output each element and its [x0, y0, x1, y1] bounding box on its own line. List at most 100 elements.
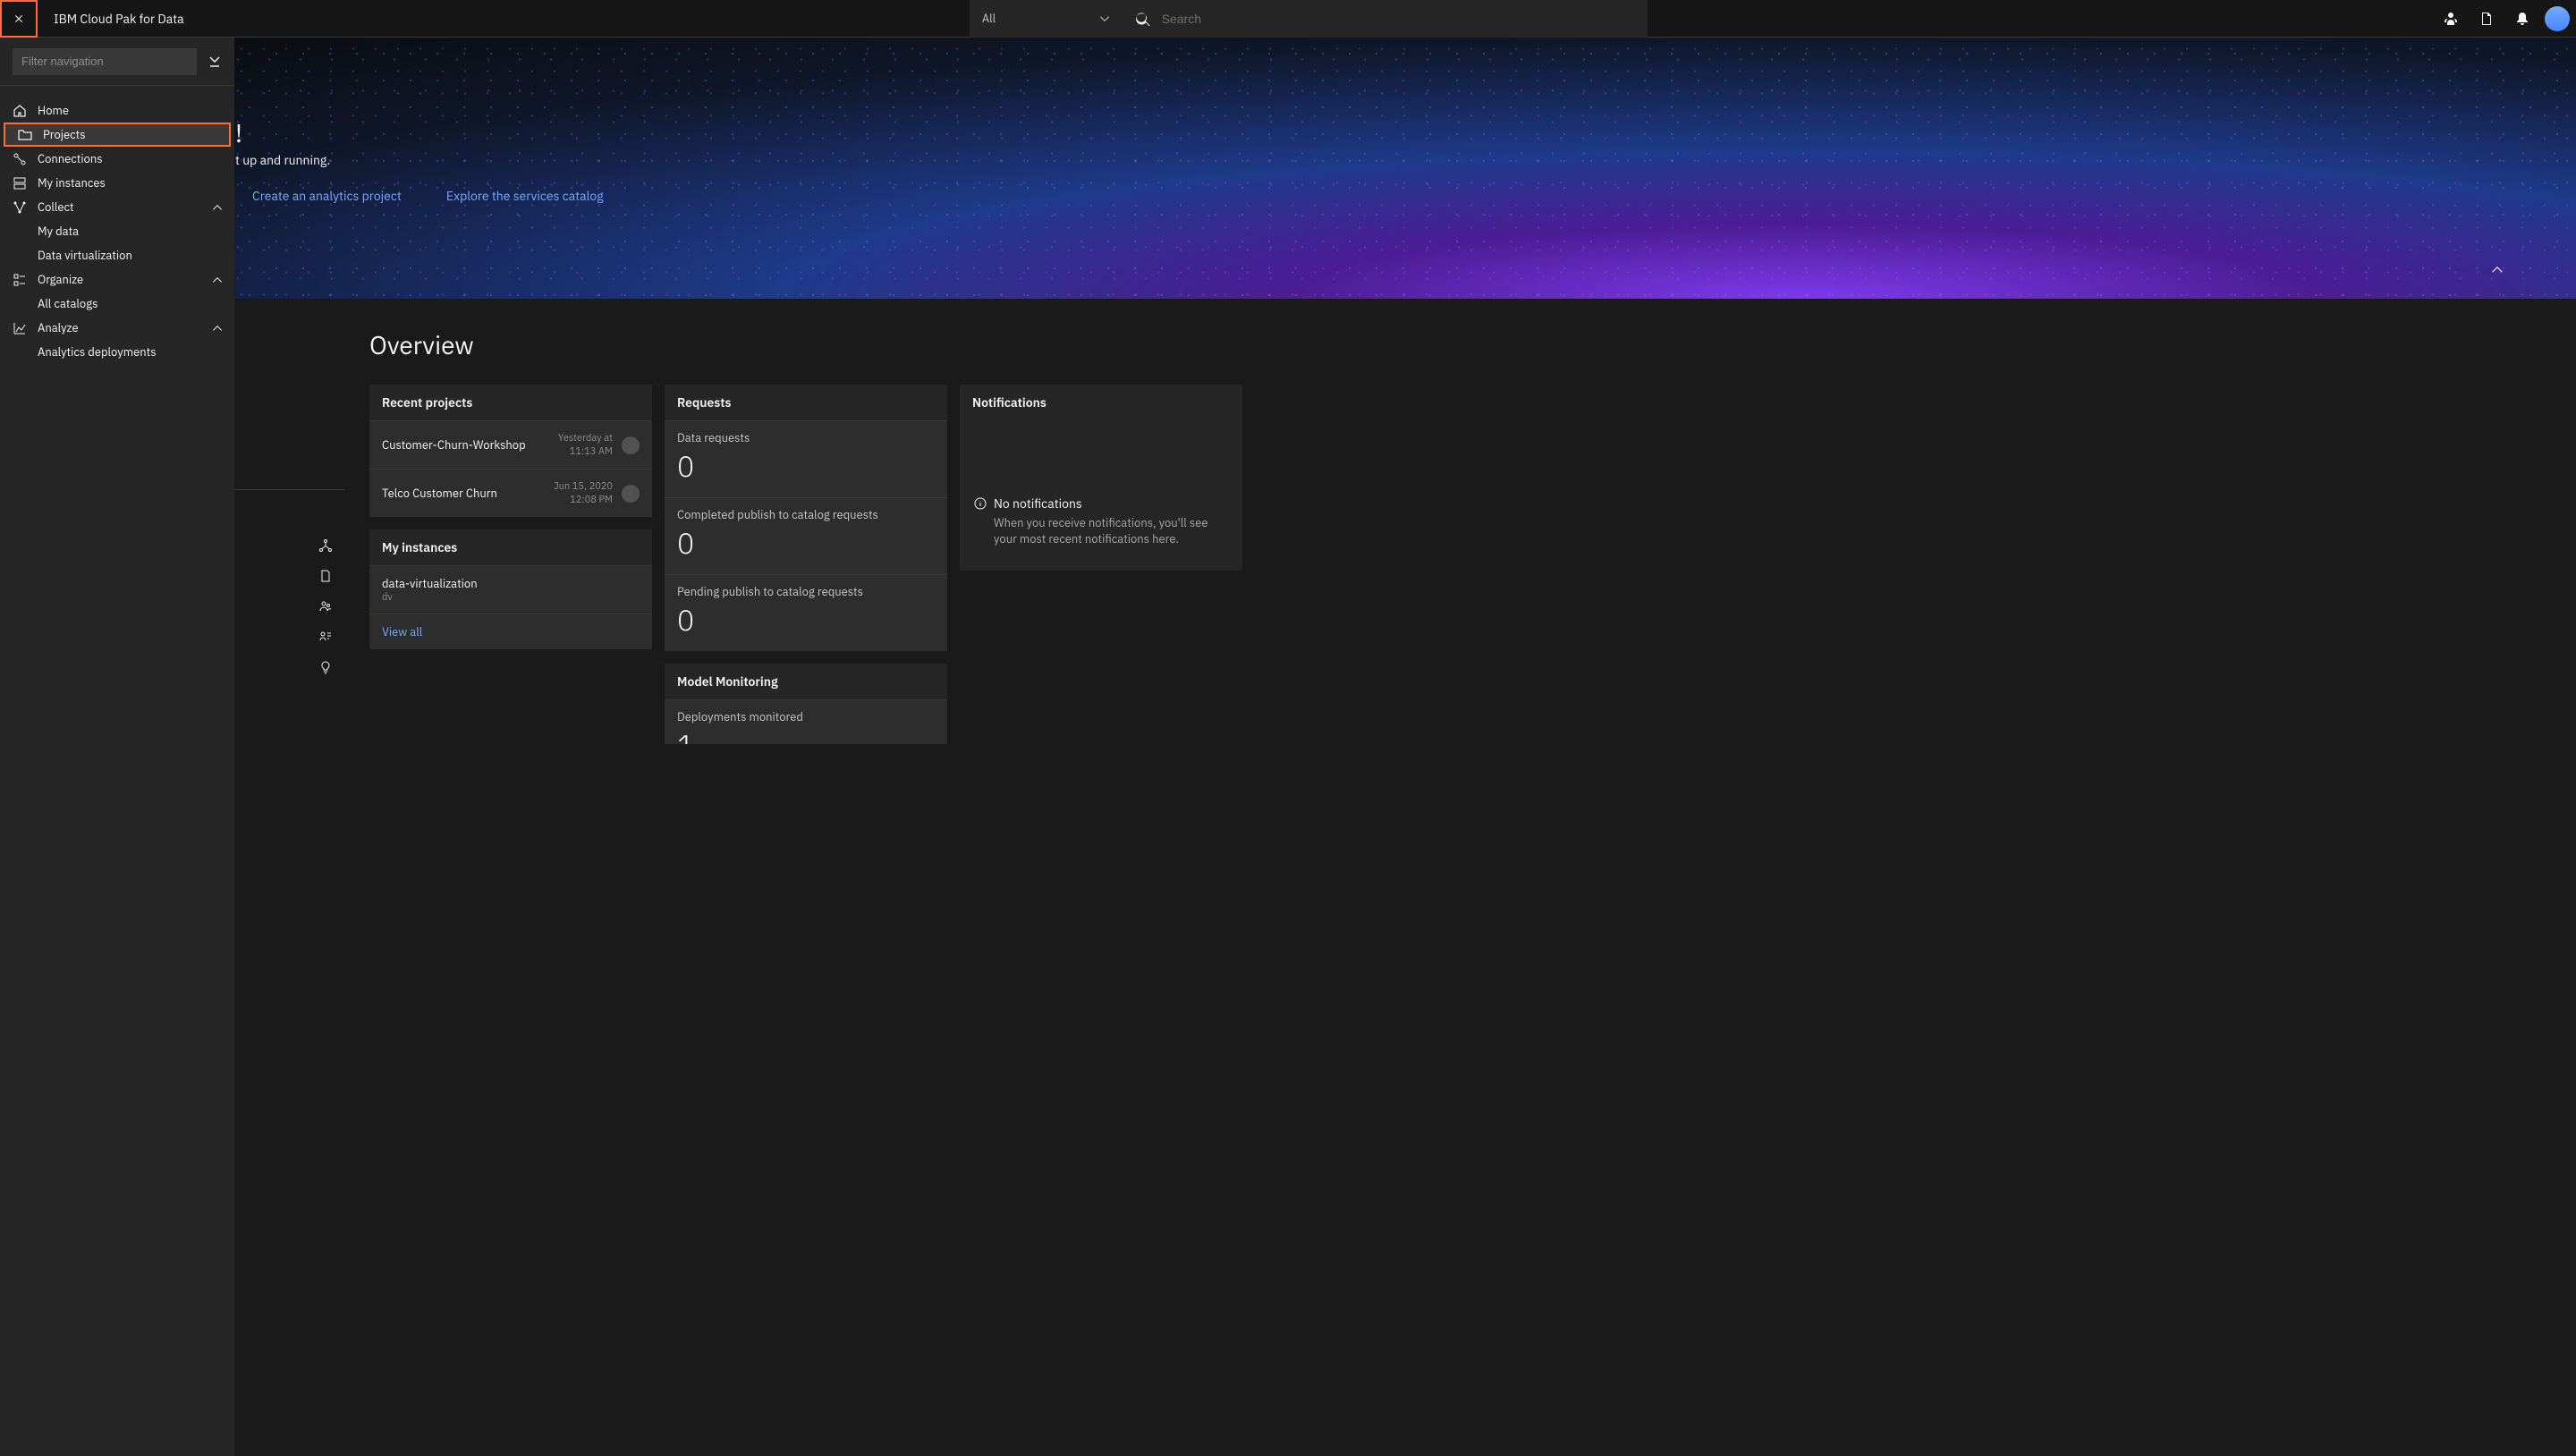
stat-label: Completed publish to catalog requests [677, 507, 935, 522]
document-icon-button[interactable] [2469, 0, 2504, 38]
stat-label: Deployments monitored [677, 709, 935, 724]
document-icon [318, 569, 333, 583]
collapse-all-icon [208, 55, 222, 69]
stat-value: 1 [677, 726, 935, 744]
chevron-up-icon [2492, 267, 2503, 273]
hero-subtitle-partial: t up and running. [235, 152, 330, 168]
quick-actions-rail [313, 533, 338, 680]
stat-label: Data requests [677, 430, 935, 445]
sidebar: Home Projects Connections My instances C… [0, 38, 234, 1456]
search-box[interactable] [1122, 0, 1648, 38]
stat-deployments-monitored: Deployments monitored 1 [665, 699, 947, 744]
instance-sub: dv [382, 591, 478, 604]
search-scope-label: All [982, 11, 996, 26]
chevron-up-icon [213, 205, 222, 210]
collect-icon [13, 200, 27, 215]
project-time: Yesterday at 11:13 AM [558, 432, 613, 458]
sidebar-item-label: Organize [38, 272, 83, 287]
avatar-icon [2545, 6, 2570, 31]
stat-value: 0 [677, 524, 935, 562]
menu-close-button[interactable] [0, 0, 38, 38]
project-row[interactable]: Telco Customer Churn Jun 15, 2020 12:08 … [369, 469, 652, 517]
rail-chat-icon[interactable] [313, 624, 338, 649]
notif-empty-desc: When you receive notifications, you'll s… [994, 515, 1228, 547]
sidebar-item-label: Connections [38, 151, 103, 166]
lightbulb-icon [318, 660, 333, 674]
project-name: Telco Customer Churn [382, 486, 497, 501]
explore-catalog-link[interactable]: Explore the services catalog [446, 188, 604, 204]
sidebar-group-analyze[interactable]: Analyze [0, 316, 234, 340]
sidebar-item-label: Collect [38, 199, 74, 215]
close-icon [12, 12, 26, 26]
bell-icon [2515, 12, 2529, 26]
network-icon [318, 538, 333, 553]
document-icon [2479, 12, 2494, 26]
sidebar-item-label: My data [38, 224, 79, 239]
folder-icon [18, 128, 32, 142]
card-header: Recent projects [369, 385, 652, 420]
search-icon [1134, 10, 1151, 28]
card-header: My instances [369, 529, 652, 565]
stat-completed-requests: Completed publish to catalog requests 0 [665, 497, 947, 574]
view-all-link[interactable]: View all [369, 614, 652, 649]
sidebar-item-label: Analytics deployments [38, 344, 157, 360]
sidebar-item-label: All catalogs [38, 296, 97, 311]
divider [234, 489, 345, 490]
brand-title[interactable]: IBM Cloud Pak for Data [54, 11, 184, 27]
collapse-all-button[interactable] [208, 55, 222, 69]
search-input[interactable] [1162, 12, 1635, 26]
project-row[interactable]: Customer-Churn-Workshop Yesterday at 11:… [369, 420, 652, 469]
sidebar-item-connections[interactable]: Connections [0, 147, 234, 171]
card-header: Requests [665, 385, 947, 420]
rail-document-icon[interactable] [313, 563, 338, 588]
rail-network-icon[interactable] [313, 533, 338, 558]
notif-empty-title: No notifications [994, 495, 1228, 512]
main-content: Overview Recent projects Customer-Churn-… [344, 300, 2576, 1456]
connections-icon [13, 152, 27, 166]
stat-label: Pending publish to catalog requests [677, 584, 935, 599]
sidebar-group-collect[interactable]: Collect [0, 195, 234, 219]
sidebar-item-label: Data virtualization [38, 248, 132, 263]
team-icon-button[interactable] [2433, 0, 2469, 38]
card-header: Notifications [960, 385, 1242, 420]
notifications-card: Notifications No notifications When you … [960, 385, 1242, 571]
notifications-button[interactable] [2504, 0, 2540, 38]
sidebar-subitem-analytics-deployments[interactable]: Analytics deployments [0, 340, 234, 364]
sidebar-item-label: Analyze [38, 320, 79, 335]
users-icon [318, 599, 333, 614]
instance-row[interactable]: data-virtualization dv [369, 565, 652, 614]
recent-projects-card: Recent projects Customer-Churn-Workshop … [369, 385, 652, 517]
sidebar-item-my-instances[interactable]: My instances [0, 171, 234, 195]
hero-title-partial: ! [235, 116, 242, 149]
chat-icon [318, 630, 333, 644]
project-name: Customer-Churn-Workshop [382, 437, 526, 453]
avatar-icon [622, 485, 640, 503]
sidebar-item-projects[interactable]: Projects [4, 123, 231, 147]
sidebar-subitem-my-data[interactable]: My data [0, 219, 234, 243]
sidebar-subitem-all-catalogs[interactable]: All catalogs [0, 292, 234, 316]
model-monitoring-card: Model Monitoring Deployments monitored 1 [665, 664, 947, 744]
sidebar-item-label: Home [38, 103, 69, 118]
search-scope-dropdown[interactable]: All [970, 0, 1122, 38]
instances-icon [13, 176, 27, 190]
sidebar-group-organize[interactable]: Organize [0, 267, 234, 292]
project-time: Jun 15, 2020 12:08 PM [554, 480, 613, 506]
stat-value: 0 [677, 601, 935, 639]
card-header: Model Monitoring [665, 664, 947, 699]
sidebar-item-home[interactable]: Home [0, 98, 234, 123]
sidebar-item-label: Projects [43, 127, 86, 142]
hero-collapse-button[interactable] [2492, 267, 2503, 273]
filter-navigation-input[interactable] [13, 48, 197, 75]
sidebar-item-label: My instances [38, 175, 106, 190]
user-avatar[interactable] [2540, 0, 2576, 38]
create-project-link[interactable]: Create an analytics project [252, 188, 402, 204]
rail-users-icon[interactable] [313, 594, 338, 619]
my-instances-card: My instances data-virtualization dv View… [369, 529, 652, 649]
stat-pending-requests: Pending publish to catalog requests 0 [665, 574, 947, 651]
home-icon [13, 104, 27, 118]
analyze-icon [13, 321, 27, 335]
sidebar-subitem-data-virtualization[interactable]: Data virtualization [0, 243, 234, 267]
chevron-down-icon [1100, 16, 1109, 21]
rail-idea-icon[interactable] [313, 655, 338, 680]
chevron-up-icon [213, 326, 222, 331]
